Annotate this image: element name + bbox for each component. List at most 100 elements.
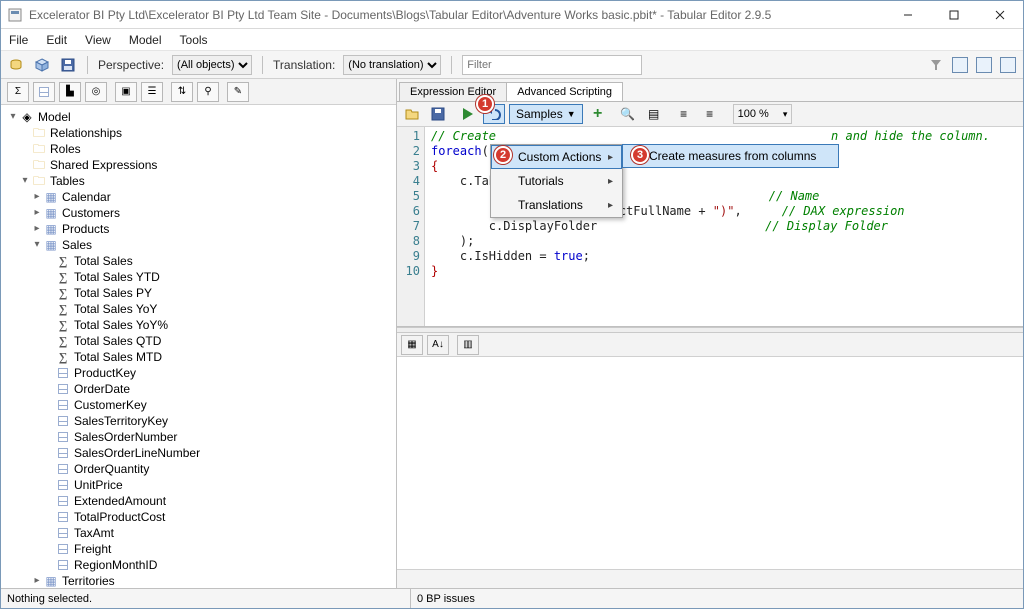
tree-territories[interactable]: Territories bbox=[62, 573, 115, 588]
indent-icon[interactable]: ≡ bbox=[673, 104, 695, 124]
tree-root[interactable]: Model bbox=[38, 109, 71, 125]
property-grid[interactable] bbox=[397, 357, 1023, 570]
tree-column[interactable]: TaxAmt bbox=[74, 525, 114, 541]
tree-column[interactable]: SalesOrderNumber bbox=[74, 429, 177, 445]
save-icon[interactable] bbox=[59, 56, 77, 74]
tree-measure[interactable]: Total Sales PY bbox=[74, 285, 152, 301]
column-icon bbox=[55, 430, 71, 444]
tree-roles[interactable]: Roles bbox=[50, 141, 81, 157]
menubar: File Edit View Model Tools bbox=[1, 29, 1023, 51]
tree-column[interactable]: SalesOrderLineNumber bbox=[74, 445, 200, 461]
tree-btn-sort[interactable]: ⇅ bbox=[171, 82, 193, 102]
layout2-icon[interactable] bbox=[975, 56, 993, 74]
measure-icon: ∑ bbox=[55, 286, 71, 300]
samples-dropdown[interactable]: Samples▼ bbox=[509, 104, 583, 124]
tree-column[interactable]: ExtendedAmount bbox=[74, 493, 166, 509]
line-gutter: 12345678910 bbox=[397, 127, 425, 326]
tree-btn-hier[interactable]: ▙ bbox=[59, 82, 81, 102]
tree-btn-eye[interactable]: ◎ bbox=[85, 82, 107, 102]
folder-icon: 🗀 bbox=[31, 142, 47, 156]
menu-translations[interactable]: Translations▸ bbox=[491, 193, 622, 217]
layout3-icon[interactable] bbox=[999, 56, 1017, 74]
menu-tutorials[interactable]: Tutorials▸ bbox=[491, 169, 622, 193]
filter-icon[interactable] bbox=[927, 56, 945, 74]
tree-btn-script[interactable]: ✎ bbox=[227, 82, 249, 102]
callout-2: 2 bbox=[494, 146, 512, 164]
tree-column[interactable]: ProductKey bbox=[74, 365, 136, 381]
column-icon bbox=[55, 558, 71, 572]
measure-icon: ∑ bbox=[55, 350, 71, 364]
prop-pages-icon[interactable]: ▥ bbox=[457, 335, 479, 355]
measure-icon: ∑ bbox=[55, 270, 71, 284]
tree-btn-folder[interactable]: ▣ bbox=[115, 82, 137, 102]
zoom-select[interactable]: 100 %▾ bbox=[733, 104, 793, 124]
tree-column[interactable]: CustomerKey bbox=[74, 397, 147, 413]
layout1-icon[interactable] bbox=[951, 56, 969, 74]
tree-shared-exp[interactable]: Shared Expressions bbox=[50, 157, 157, 173]
custom-actions-submenu: Create measures from columns bbox=[622, 144, 839, 168]
menu-model[interactable]: Model bbox=[129, 33, 162, 47]
tree-column[interactable]: OrderQuantity bbox=[74, 461, 149, 477]
menu-create-measures[interactable]: Create measures from columns bbox=[623, 145, 838, 167]
add-icon[interactable]: + bbox=[587, 104, 609, 124]
save-script-icon[interactable] bbox=[427, 104, 449, 124]
tree-measure[interactable]: Total Sales YoY bbox=[74, 301, 157, 317]
search-icon[interactable]: 🔍 bbox=[617, 104, 639, 124]
tab-scripting[interactable]: Advanced Scripting bbox=[506, 82, 623, 101]
translation-label: Translation: bbox=[273, 58, 335, 72]
connect-icon[interactable] bbox=[7, 56, 25, 74]
column-icon bbox=[55, 398, 71, 412]
property-toolbar: ▦ A↓ ▥ bbox=[397, 333, 1023, 357]
tree-tables[interactable]: Tables bbox=[50, 173, 85, 189]
tree-column[interactable]: RegionMonthID bbox=[74, 557, 157, 573]
window-title: Excelerator BI Pty Ltd\Excelerator BI Pt… bbox=[29, 8, 885, 22]
menu-tools[interactable]: Tools bbox=[180, 33, 208, 47]
status-bp: 0 BP issues bbox=[411, 593, 475, 605]
table-icon: ▦ bbox=[43, 222, 59, 236]
translation-select[interactable]: (No translation) bbox=[343, 55, 441, 75]
tree-measure[interactable]: Total Sales MTD bbox=[74, 349, 162, 365]
perspective-label: Perspective: bbox=[98, 58, 164, 72]
tree-btn-sigma[interactable]: Σ bbox=[7, 82, 29, 102]
tree-column[interactable]: Freight bbox=[74, 541, 111, 557]
app-icon bbox=[7, 7, 23, 23]
tree-customers[interactable]: Customers bbox=[62, 205, 120, 221]
prop-categorized-icon[interactable]: ▦ bbox=[401, 335, 423, 355]
tree-calendar[interactable]: Calendar bbox=[62, 189, 111, 205]
menu-edit[interactable]: Edit bbox=[46, 33, 67, 47]
minimize-button[interactable] bbox=[885, 1, 931, 28]
table-icon: ▦ bbox=[43, 238, 59, 252]
model-tree[interactable]: ▾◈Model 🗀Relationships 🗀Roles 🗀Shared Ex… bbox=[1, 105, 396, 588]
tree-column[interactable]: SalesTerritoryKey bbox=[74, 413, 168, 429]
tree-column[interactable]: TotalProductCost bbox=[74, 509, 165, 525]
tree-column[interactable]: OrderDate bbox=[74, 381, 130, 397]
open-script-icon[interactable] bbox=[401, 104, 423, 124]
tree-measure[interactable]: Total Sales bbox=[74, 253, 133, 269]
menu-view[interactable]: View bbox=[85, 33, 111, 47]
table-icon: ▦ bbox=[43, 206, 59, 220]
measure-icon: ∑ bbox=[55, 318, 71, 332]
menu-file[interactable]: File bbox=[9, 33, 28, 47]
tree-btn-col[interactable] bbox=[33, 82, 55, 102]
filter-input[interactable] bbox=[462, 55, 642, 75]
tree-btn-tree[interactable]: ☰ bbox=[141, 82, 163, 102]
outdent-icon[interactable]: ≡ bbox=[699, 104, 721, 124]
bookmark-icon[interactable]: ▤ bbox=[643, 104, 665, 124]
close-button[interactable] bbox=[977, 1, 1023, 28]
tree-measure[interactable]: Total Sales YTD bbox=[74, 269, 160, 285]
tree-column[interactable]: UnitPrice bbox=[74, 477, 123, 493]
tree-measure[interactable]: Total Sales QTD bbox=[74, 333, 161, 349]
column-icon bbox=[55, 494, 71, 508]
tree-measure[interactable]: Total Sales YoY% bbox=[74, 317, 168, 333]
folder-icon: 🗀 bbox=[31, 174, 47, 188]
cube-icon[interactable] bbox=[33, 56, 51, 74]
perspective-select[interactable]: (All objects) bbox=[172, 55, 252, 75]
prop-sort-icon[interactable]: A↓ bbox=[427, 335, 449, 355]
column-icon bbox=[55, 510, 71, 524]
tree-btn-filter[interactable]: ⚲ bbox=[197, 82, 219, 102]
tree-relationships[interactable]: Relationships bbox=[50, 125, 122, 141]
tree-products[interactable]: Products bbox=[62, 221, 109, 237]
measure-icon: ∑ bbox=[55, 334, 71, 348]
tree-sales[interactable]: Sales bbox=[62, 237, 92, 253]
maximize-button[interactable] bbox=[931, 1, 977, 28]
